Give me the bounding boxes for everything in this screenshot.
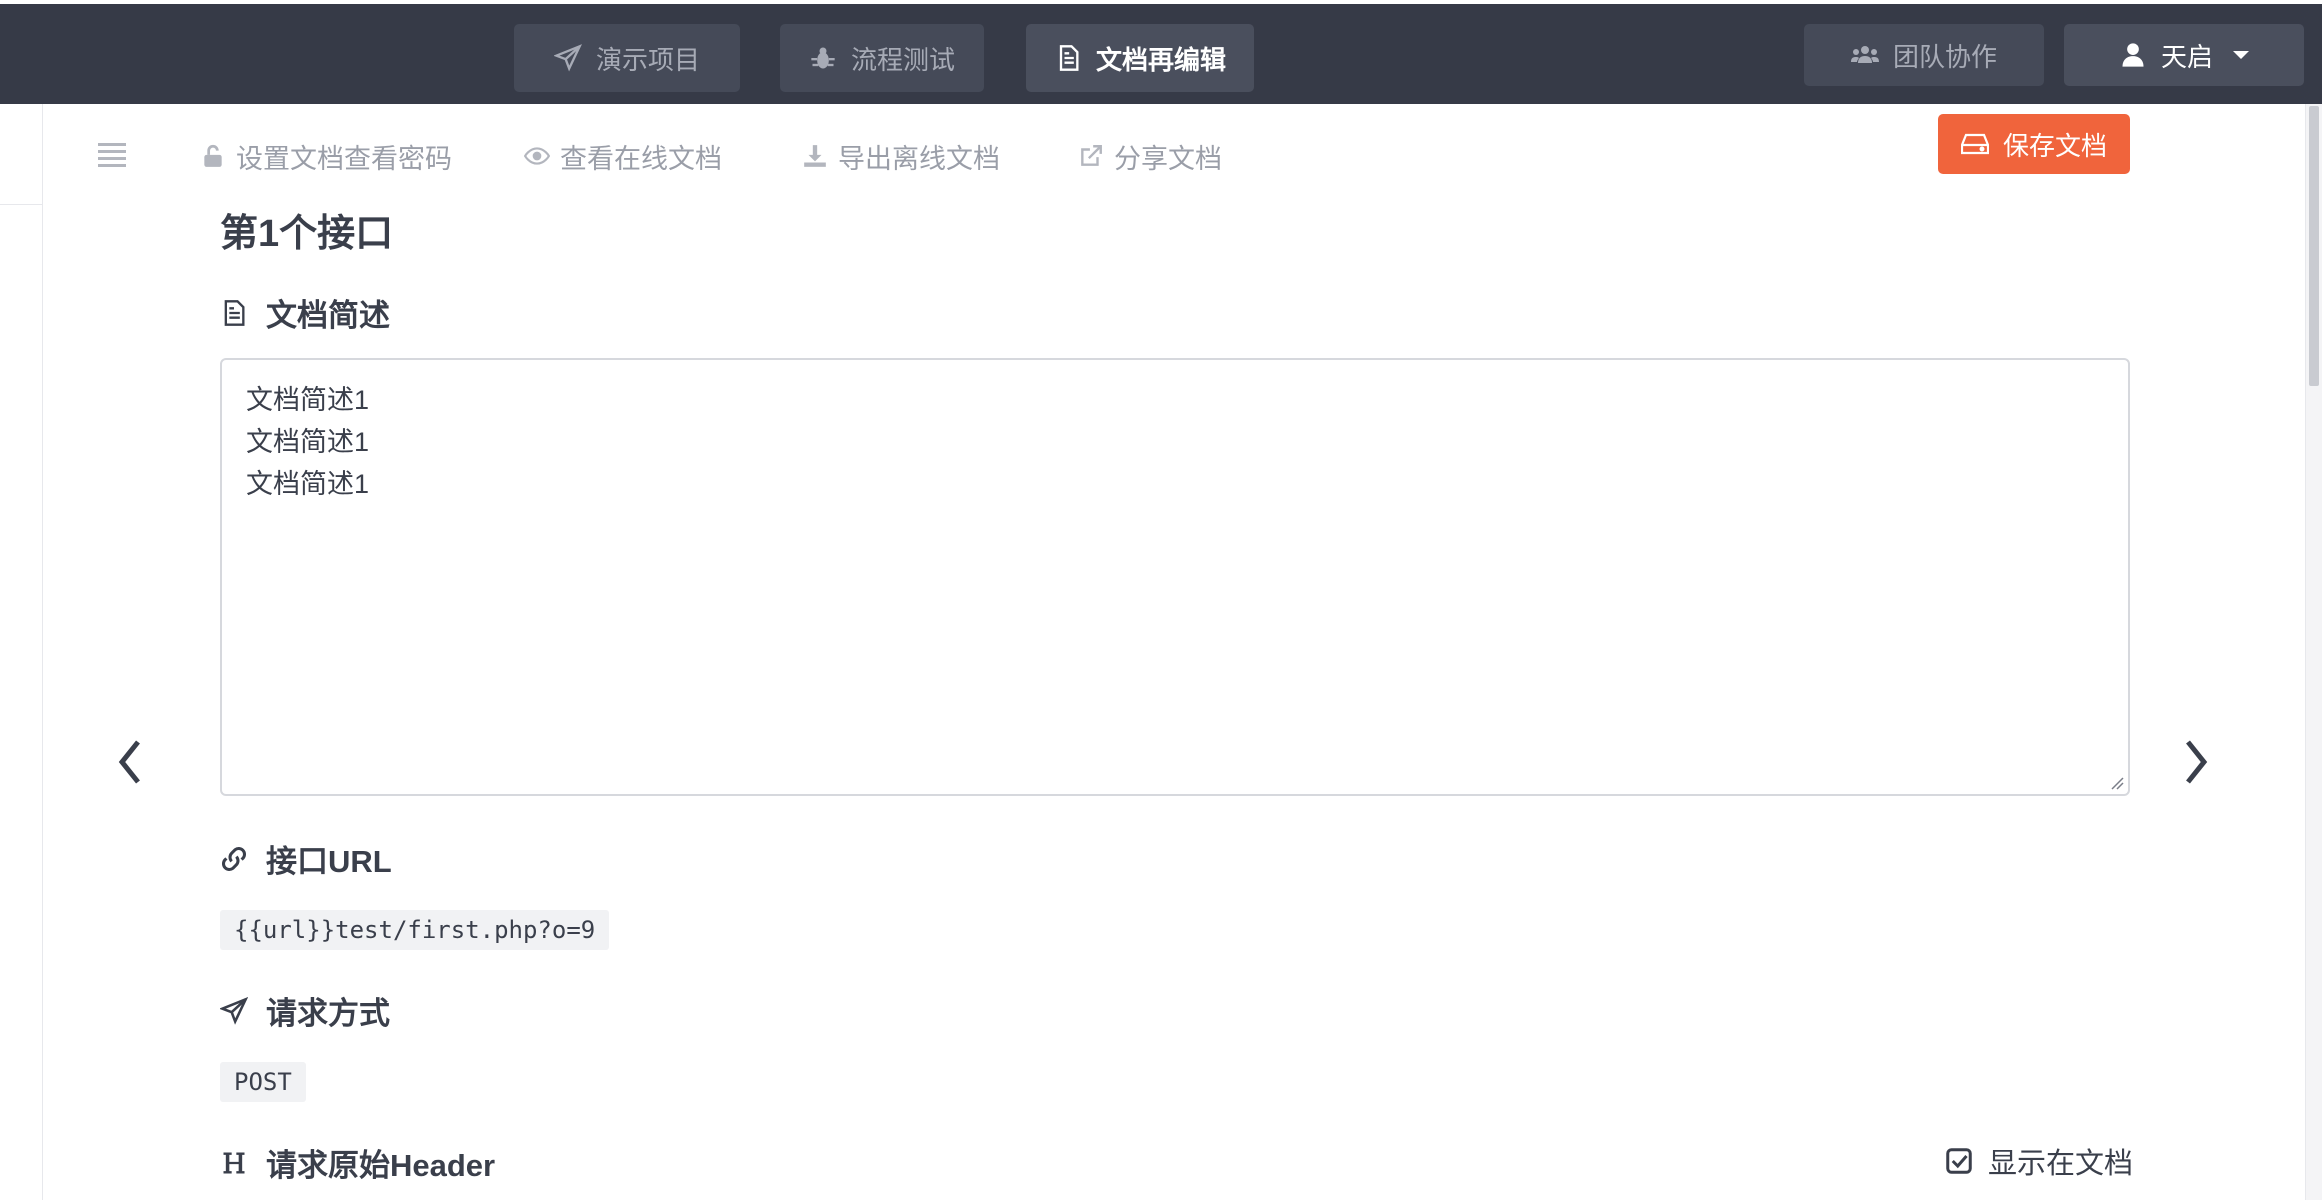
nav-demo-project-label: 演示项目 [595,44,700,75]
external-link-icon [1081,145,1102,166]
header-heading: 请求原始Header [220,1140,495,1185]
header-icon [223,1152,245,1173]
users-icon [1850,46,1879,63]
export-offline-label: 导出离线文档 [838,143,1000,174]
menu-icon[interactable] [98,143,126,167]
set-password-link[interactable]: 设置文档查看密码 [200,136,452,176]
view-online-link[interactable]: 查看在线文档 [524,136,722,176]
hdd-icon [1960,133,1989,155]
check-square-icon [1946,1148,1972,1174]
user-menu-button[interactable]: 天启 [2064,24,2304,86]
link-icon [222,846,246,871]
summary-line: 文档简述1 [246,427,370,457]
chevron-down-icon [2233,51,2249,59]
sidebar-divider [0,204,42,205]
paper-plane-icon [220,996,248,1025]
unlock-icon [204,144,222,167]
download-icon [804,145,826,167]
scrollbar[interactable] [2305,104,2322,1200]
nav-flow-test-button[interactable]: 流程测试 [780,24,984,92]
save-doc-label: 保存文档 [2002,130,2107,161]
url-heading-label: 接口URL [266,844,392,879]
file-icon [1059,45,1079,71]
show-in-doc-label: 显示在文档 [1988,1148,2134,1180]
url-heading: 接口URL [220,836,392,881]
top-navbar: 演示项目 流程测试 文档再编辑 团队协作 天启 [0,4,2322,104]
next-arrow-icon[interactable] [2176,732,2216,792]
nav-flow-test-label: 流程测试 [850,44,955,75]
save-doc-button[interactable]: 保存文档 [1938,114,2130,174]
nav-doc-reedit-label: 文档再编辑 [1095,44,1226,75]
share-doc-label: 分享文档 [1114,143,1222,174]
url-value: {{url}}test/first.php?o=9 [220,910,610,950]
method-heading: 请求方式 [220,988,390,1033]
header-heading-label: 请求原始Header [266,1148,496,1183]
share-doc-link[interactable]: 分享文档 [1078,136,1222,176]
nav-team-button[interactable]: 团队协作 [1804,24,2044,86]
paper-plane-icon [553,44,582,72]
method-value: POST [220,1062,306,1102]
set-password-label: 设置文档查看密码 [236,143,452,174]
export-offline-link[interactable]: 导出离线文档 [802,136,1000,176]
file-icon [224,299,245,326]
nav-team-label: 团队协作 [1892,41,1997,72]
nav-doc-reedit-button[interactable]: 文档再编辑 [1026,24,1254,92]
method-heading-label: 请求方式 [266,996,390,1031]
page-title: 第1个接口 [220,213,394,255]
summary-heading: 文档简述 [220,290,390,335]
summary-heading-label: 文档简述 [266,298,390,333]
eye-icon [524,147,550,165]
scrollbar-thumb[interactable] [2309,106,2319,386]
show-in-doc-checkbox[interactable]: 显示在文档 [1944,1140,2133,1182]
summary-line: 文档简述1 [246,469,370,499]
prev-arrow-icon[interactable] [110,732,150,792]
view-online-label: 查看在线文档 [560,143,722,174]
summary-line: 文档简述1 [246,385,370,415]
resize-grip-icon[interactable] [2110,776,2124,790]
nav-demo-project-button[interactable]: 演示项目 [514,24,740,92]
user-icon [2122,43,2144,67]
summary-textarea[interactable]: 文档简述1 文档简述1 文档简述1 [220,358,2130,796]
left-sidebar [0,104,43,1200]
bug-icon [811,47,835,69]
user-name: 天启 [2160,41,2213,72]
